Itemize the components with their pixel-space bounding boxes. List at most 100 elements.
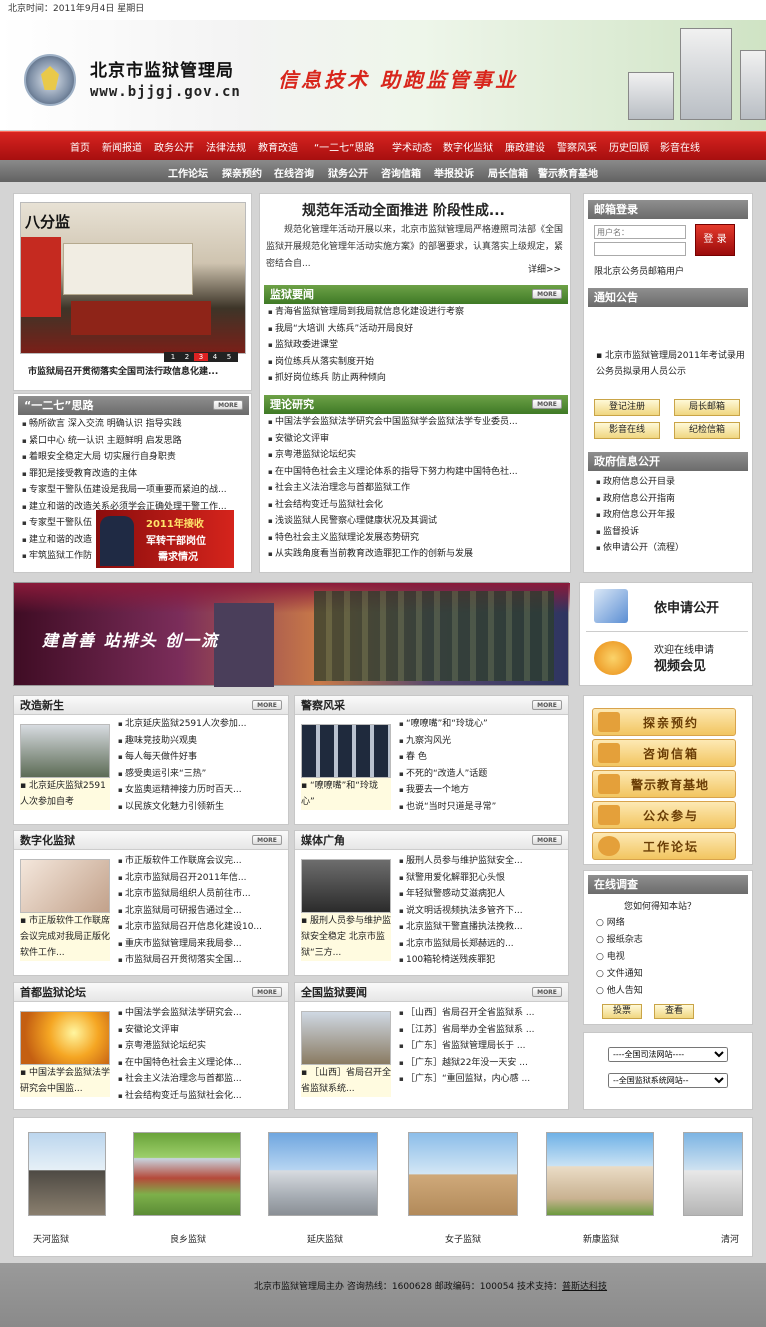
list-item[interactable]: 浅谈监狱人民警察心理健康状况及其调试 <box>268 513 566 530</box>
list-item[interactable]: “嘹嘹嘴”和“玲珑心” <box>399 716 565 733</box>
slide-page-active[interactable]: 3 <box>194 353 208 361</box>
headline-title[interactable]: 规范年活动全面推进 阶段性成... <box>302 200 505 220</box>
subnav-item[interactable]: 在线咨询 <box>274 165 314 180</box>
subnav-item[interactable]: 工作论坛 <box>168 165 208 180</box>
list-item[interactable]: 安徽论文评审 <box>268 431 566 448</box>
list-item[interactable]: 中国法学会监狱法学研究会中国监狱学会监狱法学专业委员... <box>268 414 566 431</box>
list-item[interactable]: 京粤港监狱论坛纪实 <box>268 447 566 464</box>
survey-option[interactable]: ○ 报纸杂志 <box>596 932 643 949</box>
list-item[interactable]: 紧口中心 统一认识 主题鲜明 启发思路 <box>22 433 248 450</box>
photo-label[interactable]: 新康监狱 <box>583 1232 619 1245</box>
list-item[interactable]: 专家型干警队伍建设是我局一项重要而紧迫的战... <box>22 482 248 499</box>
list-item[interactable]: 社会结构变迁与监狱社会化 <box>268 497 566 514</box>
survey-option[interactable]: ○ 他人告知 <box>596 983 643 1000</box>
apply-link[interactable]: 依申请公开 <box>654 597 719 616</box>
radio-icon[interactable]: ○ <box>596 952 604 962</box>
slide-page[interactable]: 2 <box>180 353 194 361</box>
login-button[interactable]: 登 录 <box>695 224 735 256</box>
list-item[interactable]: 抓好岗位练兵 防止两种倾向 <box>268 370 566 387</box>
slide-page[interactable]: 4 <box>208 353 222 361</box>
list-item[interactable]: 青海省监狱管理局到我局就信息化建设进行考察 <box>268 304 566 321</box>
nav-item[interactable]: 教育改造 <box>258 139 298 154</box>
nav-item[interactable]: 廉政建设 <box>505 139 545 154</box>
list-item[interactable]: 感受奥运引来“三热” <box>118 766 286 783</box>
list-item[interactable]: ［广东］越狱22年没一天安 ... <box>399 1055 565 1072</box>
list-item[interactable]: 安徽论文评审 <box>118 1022 286 1039</box>
photo-label[interactable]: 清河 <box>721 1232 739 1245</box>
vote-button[interactable]: 投票 <box>602 1004 642 1019</box>
list-item[interactable]: 中国法学会监狱法学研究会... <box>118 1005 286 1022</box>
nav-item[interactable]: 政务公开 <box>154 139 194 154</box>
forum-caption-text[interactable]: 中国法学会监狱法学研究会中国监... <box>20 1068 110 1094</box>
list-item[interactable]: 依申请公开（流程） <box>596 540 748 557</box>
reform-caption[interactable]: ▪ 北京延庆监狱2591人次参加自考 <box>20 778 110 810</box>
notice-item[interactable]: ▪ 北京市监狱管理局2011年考试录用公务员拟录用人员公示 <box>596 348 748 380</box>
slideshow-image[interactable]: 八分监 <box>20 202 246 354</box>
digital-caption[interactable]: ▪ 市正版软件工作联席会议完成对我局正版化软件工作... <box>20 913 110 961</box>
list-item[interactable]: 着眼安全稳定大局 切实履行自身职责 <box>22 449 248 466</box>
list-item[interactable]: 特色社会主义监狱理论发展态势研究 <box>268 530 566 547</box>
more-button[interactable]: MORE <box>532 987 562 997</box>
media-caption[interactable]: ▪ 服刑人员参与维护监狱安全稳定 北京市监狱“三方... <box>301 913 391 961</box>
list-item[interactable]: 说文明话视频执法多管齐下... <box>399 903 565 920</box>
list-item[interactable]: 畅所欲言 深入交流 明确认识 指导实践 <box>22 416 248 433</box>
national-caption[interactable]: ▪ ［山西］省局召开全省监狱系统... <box>301 1065 391 1097</box>
nav-item[interactable]: “一二七”思路 <box>314 139 374 154</box>
list-item[interactable]: 北京市监狱局组织人员前往市... <box>118 886 286 903</box>
list-item[interactable]: 以民族文化魅力引领新生 <box>118 799 286 816</box>
list-item[interactable]: 罪犯是接受教育改造的主体 <box>22 466 248 483</box>
radio-icon[interactable]: ○ <box>596 935 604 945</box>
list-item[interactable]: 我要去一个地方 <box>399 782 565 799</box>
list-item[interactable]: 不死的“改造人”话题 <box>399 766 565 783</box>
photo-label[interactable]: 女子监狱 <box>445 1232 481 1245</box>
list-item[interactable]: 在中国特色社会主义理论体... <box>118 1055 286 1072</box>
list-item[interactable]: 趣味竞技助兴观奥 <box>118 733 286 750</box>
list-item[interactable]: 北京监狱局可研报告通过全... <box>118 903 286 920</box>
justice-sites-select[interactable]: ----全国司法网站---- <box>608 1047 728 1062</box>
nav-item[interactable]: 警察风采 <box>557 139 597 154</box>
subnav-item[interactable]: 狱务公开 <box>328 165 368 180</box>
list-item[interactable]: 女监奥运精神接力历时百天... <box>118 782 286 799</box>
radio-icon[interactable]: ○ <box>596 969 604 979</box>
digital-caption-text[interactable]: 市正版软件工作联席会议完成对我局正版化软件工作... <box>20 916 110 958</box>
subnav-item[interactable]: 警示教育基地 <box>538 165 598 180</box>
national-caption-text[interactable]: ［山西］省局召开全省监狱系统... <box>301 1068 391 1094</box>
radio-icon[interactable]: ○ <box>596 986 604 996</box>
prison-photo[interactable] <box>546 1132 654 1216</box>
list-item[interactable]: 政府信息公开年报 <box>596 507 748 524</box>
list-item[interactable]: 监狱政委进课堂 <box>268 337 566 354</box>
notice-text[interactable]: 北京市监狱管理局2011年考试录用公务员拟录用人员公示 <box>596 351 745 377</box>
list-item[interactable]: 政府信息公开指南 <box>596 491 748 508</box>
list-item[interactable]: 我局“大培训 大练兵”活动开局良好 <box>268 321 566 338</box>
list-item[interactable]: 北京市监狱局长郑赫远的... <box>399 936 565 953</box>
prison-photo[interactable] <box>133 1132 241 1216</box>
tech-support-link[interactable]: 普斯达科技 <box>562 1282 607 1292</box>
prison-photo[interactable] <box>28 1132 106 1216</box>
view-results-button[interactable]: 查看 <box>654 1004 694 1019</box>
list-item[interactable]: ［山西］省局召开全省监狱系 ... <box>399 1005 565 1022</box>
police-caption[interactable]: ▪ “嘹嘹嘴”和“玲珑心” <box>301 778 391 810</box>
list-item[interactable]: 九察沟风光 <box>399 733 565 750</box>
list-item[interactable]: 北京市监狱局召开信息化建设10... <box>118 919 286 936</box>
list-item[interactable]: 也说“当时只道是寻常” <box>399 799 565 816</box>
more-button[interactable]: MORE <box>532 399 562 409</box>
subnav-item[interactable]: 探亲预约 <box>222 165 262 180</box>
list-item[interactable]: 北京市监狱局召开2011年信... <box>118 870 286 887</box>
recruit-badge[interactable]: 2011年接收 军转干部岗位 需求情况 <box>96 510 234 568</box>
more-button[interactable]: MORE <box>252 987 282 997</box>
nav-item[interactable]: 新闻报道 <box>102 139 142 154</box>
discipline-mailbox-button[interactable]: 纪检信箱 <box>674 422 740 439</box>
nav-item[interactable]: 首页 <box>70 139 90 154</box>
list-item[interactable]: ［广东］“重回监狱，内心感 ... <box>399 1071 565 1088</box>
nav-item[interactable]: 数字化监狱 <box>443 139 493 154</box>
slide-page[interactable]: 5 <box>222 353 236 361</box>
list-item[interactable]: 在中国特色社会主义理论体系的指导下努力构建中国特色社... <box>268 464 566 481</box>
police-caption-text[interactable]: “嘹嘹嘴”和“玲珑心” <box>301 781 378 807</box>
more-button[interactable]: MORE <box>213 400 243 410</box>
list-item[interactable]: 社会主义法治理念与首都监狱工作 <box>268 480 566 497</box>
national-image[interactable] <box>301 1011 391 1065</box>
password-input[interactable] <box>594 242 686 256</box>
list-item[interactable]: 北京延庆监狱2591人次参加... <box>118 716 286 733</box>
forum-image[interactable] <box>20 1011 110 1065</box>
prison-photo[interactable] <box>268 1132 378 1216</box>
